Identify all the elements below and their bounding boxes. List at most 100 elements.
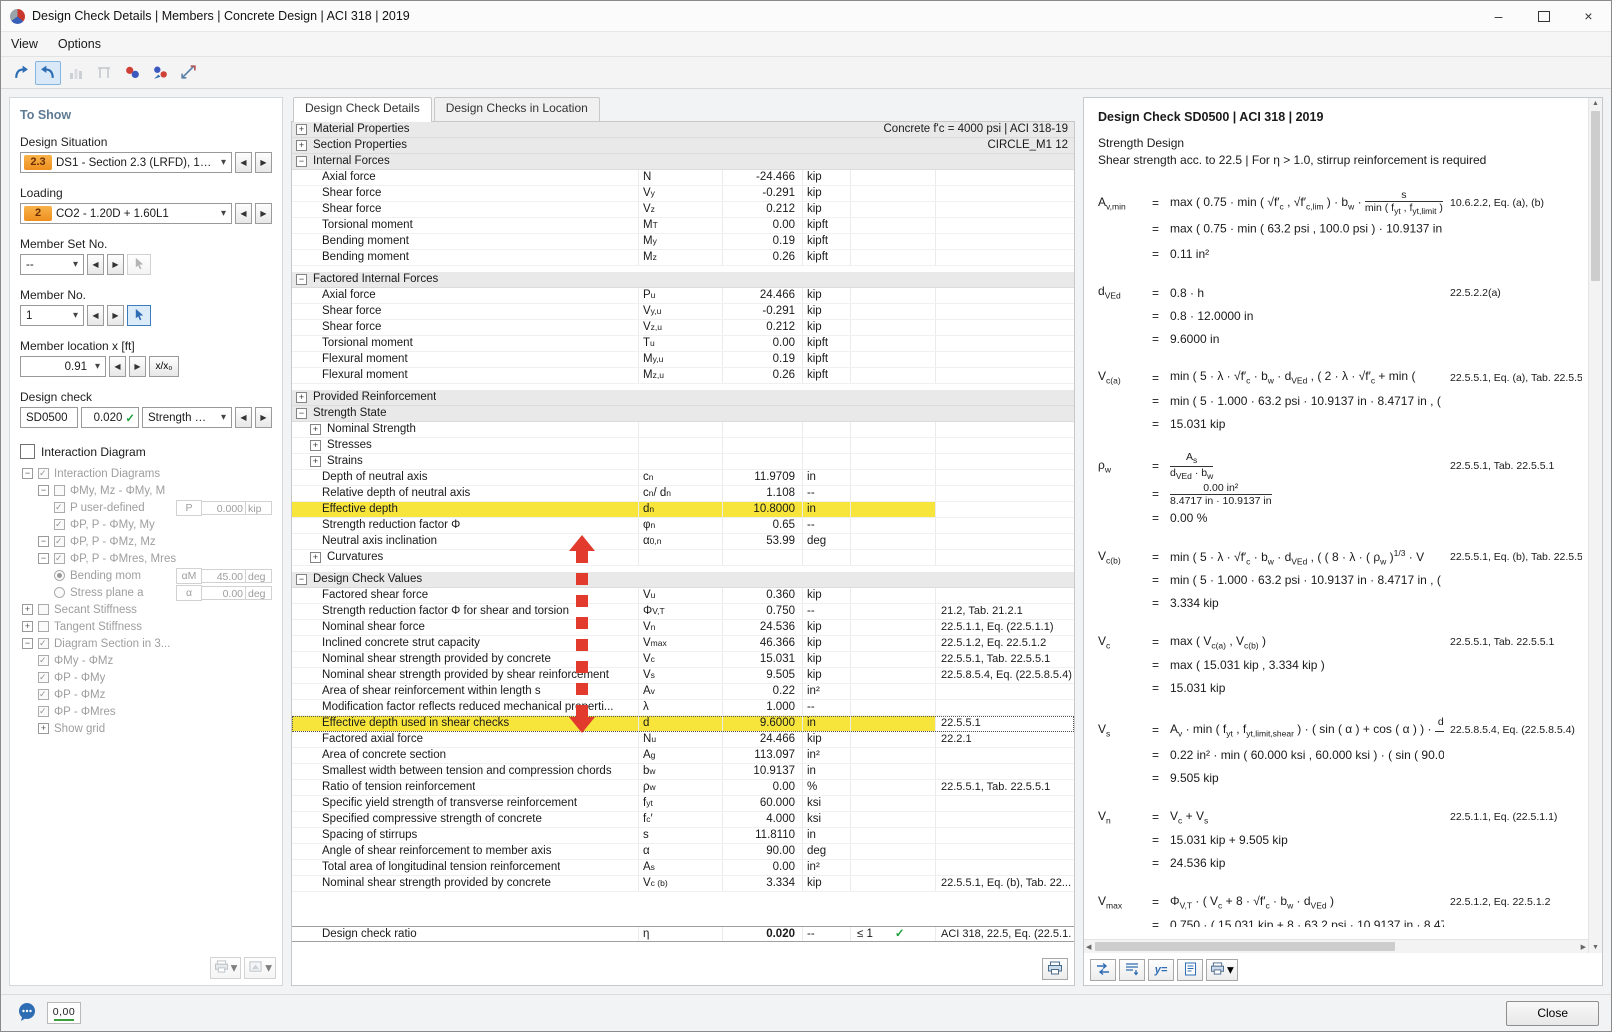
dimension-lines-button[interactable] [175, 61, 201, 85]
tree-item[interactable]: − Interaction Diagrams [20, 465, 272, 482]
table-row[interactable]: Total area of longitudinal tension reinf… [292, 860, 1074, 876]
expander-icon[interactable]: − [296, 274, 307, 285]
member-set-prev-button[interactable]: ◀ [87, 254, 104, 275]
tree-checkbox[interactable] [38, 706, 49, 717]
expander-icon[interactable]: + [310, 424, 321, 435]
tree-expander-icon[interactable]: + [22, 604, 33, 615]
print-graphic-button[interactable]: ▾ [209, 957, 242, 979]
expander-icon[interactable]: − [296, 156, 307, 167]
print-report-button[interactable]: ▾ [1206, 959, 1238, 981]
table-row[interactable]: Strength reduction factor Φ φn 0.65 -- [292, 518, 1074, 534]
table-row[interactable]: + Section Properties CIRCLE_M1 12 [292, 138, 1074, 154]
table-row[interactable]: Ratio of tension reinforcement ρw 0.00 %… [292, 780, 1074, 796]
tab-design-checks-in-location[interactable]: Design Checks in Location [433, 97, 600, 121]
table-row[interactable]: Factored shear force Vu 0.360 kip [292, 588, 1074, 604]
table-row[interactable]: Specified compressive strength of concre… [292, 812, 1074, 828]
table-row[interactable]: − Factored Internal Forces [292, 272, 1074, 288]
tree-checkbox[interactable] [54, 587, 65, 598]
tree-checkbox[interactable] [38, 655, 49, 666]
scroll-right-icon[interactable]: ▶ [1579, 941, 1588, 953]
tree-expander-icon[interactable]: − [22, 468, 33, 479]
expander-icon[interactable]: + [296, 140, 307, 151]
member-location-select[interactable]: 0.91 ▾ [20, 356, 106, 377]
table-row[interactable]: Area of concrete section Ag 113.097 in² [292, 748, 1074, 764]
scroll-down-icon[interactable]: ▼ [1590, 942, 1601, 953]
table-row[interactable]: Axial force N -24.466 kip [292, 170, 1074, 186]
loading-next-button[interactable]: ▶ [255, 203, 272, 224]
previous-check-button[interactable] [7, 61, 33, 85]
scroll-up-icon[interactable]: ▲ [1590, 98, 1601, 109]
close-button[interactable]: Close [1506, 1000, 1599, 1026]
table-row[interactable]: Factored axial force Nu 24.466 kip 22.2.… [292, 732, 1074, 748]
tree-checkbox[interactable] [54, 502, 65, 513]
table-row[interactable]: Flexural moment My,u 0.19 kipft [292, 352, 1074, 368]
member-no-select[interactable]: 1 ▾ [20, 305, 84, 326]
table-row[interactable]: Inclined concrete strut capacity Vmax 46… [292, 636, 1074, 652]
member-set-pick-button[interactable] [127, 254, 151, 275]
table-row[interactable]: + Strains [292, 454, 1074, 470]
table-row[interactable]: + Nominal Strength [292, 422, 1074, 438]
expander-icon[interactable]: + [296, 124, 307, 135]
table-row[interactable]: Bending moment Mz 0.26 kipft [292, 250, 1074, 266]
tree-item[interactable]: ΦP - ΦMy [20, 669, 272, 686]
tree-checkbox[interactable] [38, 468, 49, 479]
tree-expander-icon[interactable]: − [38, 536, 49, 547]
maximize-button[interactable] [1521, 1, 1566, 31]
member-location-prev-button[interactable]: ◀ [109, 356, 126, 377]
tree-checkbox[interactable] [54, 570, 65, 581]
jump-to-location-button[interactable] [35, 60, 61, 85]
show-comments-button[interactable] [1177, 959, 1203, 981]
sphere-values-button[interactable] [147, 61, 173, 85]
table-row[interactable] [292, 892, 1074, 926]
tree-item[interactable]: + Show grid [20, 720, 272, 737]
member-set-select[interactable]: -- ▾ [20, 254, 84, 275]
table-row[interactable]: Modification factor reflects reduced mec… [292, 700, 1074, 716]
table-row[interactable]: Nominal shear strength provided by concr… [292, 876, 1074, 892]
horizontal-scrollbar[interactable]: ◀ ▶ [1084, 939, 1588, 953]
table-row[interactable]: Bending moment My 0.19 kipft [292, 234, 1074, 250]
table-row[interactable]: Nominal shear strength provided by shear… [292, 668, 1074, 684]
tree-item[interactable]: ΦMy - ΦMz [20, 652, 272, 669]
tree-checkbox[interactable] [54, 553, 65, 564]
export-graphic-button[interactable]: ▾ [244, 957, 276, 979]
table-row[interactable]: − Design Check Values [292, 572, 1074, 588]
member-set-next-button[interactable]: ▶ [107, 254, 124, 275]
table-row[interactable]: Shear force Vy,u -0.291 kip [292, 304, 1074, 320]
table-row[interactable]: Flexural moment Mz,u 0.26 kipft [292, 368, 1074, 384]
horizontal-scroll-thumb[interactable] [1095, 942, 1396, 951]
design-check-type-select[interactable]: Strength Design ... ▾ [142, 407, 232, 428]
tree-expander-icon[interactable]: − [22, 638, 33, 649]
vertical-scroll-thumb[interactable] [1591, 111, 1600, 281]
expander-icon[interactable]: + [310, 440, 321, 451]
vertical-scrollbar[interactable]: ▲ ▼ [1588, 98, 1602, 953]
member-no-pick-button[interactable] [127, 305, 151, 326]
tree-checkbox[interactable] [38, 638, 49, 649]
tree-item[interactable]: + Secant Stiffness [20, 601, 272, 618]
table-row[interactable]: + Provided Reinforcement [292, 390, 1074, 406]
loading-prev-button[interactable]: ◀ [235, 203, 252, 224]
menu-view[interactable]: View [1, 34, 48, 54]
result-diagram-button[interactable] [63, 61, 89, 85]
design-check-prev-button[interactable]: ◀ [235, 407, 252, 428]
table-row[interactable]: Torsional moment Tu 0.00 kipft [292, 336, 1074, 352]
table-row[interactable]: Neutral axis inclination α 0,n 53.99 deg [292, 534, 1074, 550]
table-row[interactable]: Angle of shear reinforcement to member a… [292, 844, 1074, 860]
tree-item[interactable]: − Diagram Section in 3... [20, 635, 272, 652]
show-symbols-button[interactable]: y= [1148, 959, 1174, 981]
table-row[interactable]: Specific yield strength of transverse re… [292, 796, 1074, 812]
table-row[interactable]: Design check ratio η 0.020 -- ≤ 1 ✓ ACI … [292, 926, 1074, 942]
tree-checkbox[interactable] [54, 536, 65, 547]
table-row[interactable]: Shear force Vz 0.212 kip [292, 202, 1074, 218]
table-row[interactable]: Effective depth dn 10.8000 in [292, 502, 1074, 518]
tree-checkbox[interactable] [38, 689, 49, 700]
design-situation-next-button[interactable]: ▶ [255, 152, 272, 173]
navigate-check-button[interactable] [1090, 959, 1116, 981]
scroll-left-icon[interactable]: ◀ [1084, 941, 1093, 953]
table-row[interactable]: Depth of neutral axis cn 11.9709 in [292, 470, 1074, 486]
table-row[interactable]: Smallest width between tension and compr… [292, 764, 1074, 780]
minimize-button[interactable]: – [1476, 1, 1521, 31]
tree-item[interactable]: − ΦMy, Mz - ΦMy, M [20, 482, 272, 499]
calibration-button[interactable] [91, 61, 117, 85]
table-row[interactable]: Nominal shear force Vn 24.536 kip 22.5.1… [292, 620, 1074, 636]
relative-location-button[interactable]: x/x₀ [149, 356, 179, 377]
